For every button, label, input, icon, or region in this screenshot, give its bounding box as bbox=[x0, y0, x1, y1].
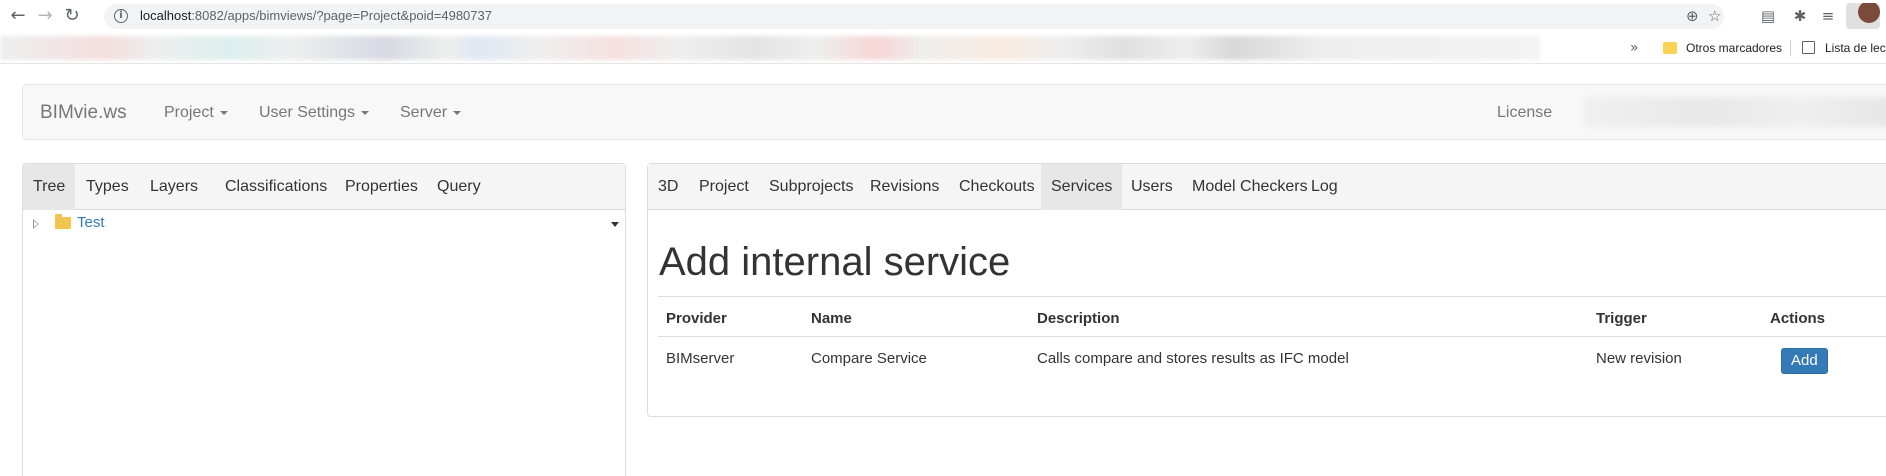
project-menu-label: Project bbox=[164, 104, 214, 121]
tab-classifications[interactable]: Classifications bbox=[215, 164, 337, 210]
tab-subprojects[interactable]: Subprojects bbox=[759, 164, 864, 210]
folder-icon bbox=[1663, 42, 1677, 54]
url-path: :8082/apps/bimviews/?page=Project&poid=4… bbox=[191, 8, 492, 23]
reading-list-button[interactable]: Lista de lect bbox=[1825, 41, 1886, 55]
blurred-user-info bbox=[1583, 97, 1886, 127]
header-name: Name bbox=[811, 310, 852, 327]
add-service-button[interactable]: Add bbox=[1781, 348, 1828, 374]
page-title: Add internal service bbox=[659, 240, 1011, 284]
user-settings-menu[interactable]: User Settings bbox=[259, 104, 370, 122]
license-link[interactable]: License bbox=[1497, 104, 1552, 122]
tab-checkouts[interactable]: Checkouts bbox=[949, 164, 1045, 210]
header-actions: Actions bbox=[1770, 310, 1826, 327]
header-description: Description bbox=[1037, 310, 1120, 327]
project-tabbar: 3D Project Subprojects Revisions Checkou… bbox=[648, 164, 1886, 210]
tab-3d[interactable]: 3D bbox=[648, 164, 688, 210]
star-icon[interactable]: ☆ bbox=[1708, 7, 1721, 25]
tab-tree[interactable]: Tree bbox=[23, 164, 76, 210]
forward-icon[interactable]: → bbox=[34, 5, 56, 27]
blurred-bookmarks bbox=[0, 36, 1540, 60]
bookmarks-bar: » Otros marcadores Lista de lect bbox=[0, 32, 1886, 64]
caret-down-icon bbox=[361, 110, 370, 115]
right-panel: 3D Project Subprojects Revisions Checkou… bbox=[647, 163, 1886, 417]
tab-log[interactable]: Log bbox=[1301, 164, 1348, 210]
expand-toggle-icon[interactable] bbox=[33, 219, 39, 229]
address-bar[interactable]: i localhost:8082/apps/bimviews/?page=Pro… bbox=[104, 4, 1724, 29]
brand-logo[interactable]: BIMvie.ws bbox=[40, 102, 127, 124]
zoom-icon[interactable]: ⊕ bbox=[1686, 7, 1699, 25]
tab-layers[interactable]: Layers bbox=[140, 164, 208, 210]
user-settings-menu-label: User Settings bbox=[259, 104, 356, 121]
reading-list-icon bbox=[1802, 41, 1815, 54]
bookmarks-divider bbox=[1790, 40, 1791, 56]
bookmarks-overflow-icon[interactable]: » bbox=[1630, 40, 1639, 56]
tree-node-label[interactable]: Test bbox=[77, 214, 105, 231]
tab-users[interactable]: Users bbox=[1121, 164, 1183, 210]
table-top-border bbox=[658, 296, 1886, 297]
page-icon[interactable]: ▤ bbox=[1758, 6, 1778, 26]
extensions-icon[interactable]: ✱ bbox=[1790, 6, 1810, 26]
tab-revisions[interactable]: Revisions bbox=[860, 164, 949, 210]
tab-properties[interactable]: Properties bbox=[335, 164, 428, 210]
reload-icon[interactable]: ↻ bbox=[61, 5, 83, 27]
app-navbar: BIMvie.ws Project User Settings Server L… bbox=[22, 84, 1886, 140]
tree-node[interactable]: Test bbox=[33, 214, 613, 236]
browser-toolbar: ← → ↻ i localhost:8082/apps/bimviews/?pa… bbox=[0, 0, 1886, 32]
tab-query[interactable]: Query bbox=[427, 164, 491, 210]
caret-down-icon bbox=[453, 110, 462, 115]
tab-project[interactable]: Project bbox=[689, 164, 759, 210]
caret-down-icon[interactable] bbox=[611, 222, 619, 227]
profile-avatar[interactable] bbox=[1846, 3, 1880, 29]
back-icon[interactable]: ← bbox=[7, 5, 29, 27]
tab-types[interactable]: Types bbox=[76, 164, 139, 210]
left-panel: Tree Types Layers Classifications Proper… bbox=[22, 163, 626, 476]
header-divider bbox=[658, 336, 1886, 337]
tab-model-checkers[interactable]: Model Checkers bbox=[1182, 164, 1318, 210]
left-tabbar: Tree Types Layers Classifications Proper… bbox=[23, 164, 625, 210]
url-host: localhost bbox=[140, 8, 192, 23]
server-menu-label: Server bbox=[400, 104, 448, 121]
cell-trigger: New revision bbox=[1596, 350, 1682, 367]
header-provider: Provider bbox=[666, 310, 727, 327]
other-bookmarks-folder[interactable]: Otros marcadores bbox=[1686, 41, 1782, 55]
cell-name: Compare Service bbox=[811, 350, 927, 367]
caret-down-icon bbox=[219, 110, 228, 115]
media-icon[interactable]: ≡ bbox=[1818, 6, 1838, 26]
project-menu[interactable]: Project bbox=[164, 104, 228, 122]
server-menu[interactable]: Server bbox=[400, 104, 462, 122]
cell-provider: BIMserver bbox=[666, 350, 735, 367]
site-info-icon[interactable]: i bbox=[114, 9, 128, 23]
folder-icon bbox=[55, 214, 71, 229]
tab-services[interactable]: Services bbox=[1041, 164, 1123, 210]
header-trigger: Trigger bbox=[1596, 310, 1647, 327]
cell-description: Calls compare and stores results as IFC … bbox=[1037, 350, 1349, 367]
url-text[interactable]: localhost:8082/apps/bimviews/?page=Proje… bbox=[140, 8, 492, 23]
